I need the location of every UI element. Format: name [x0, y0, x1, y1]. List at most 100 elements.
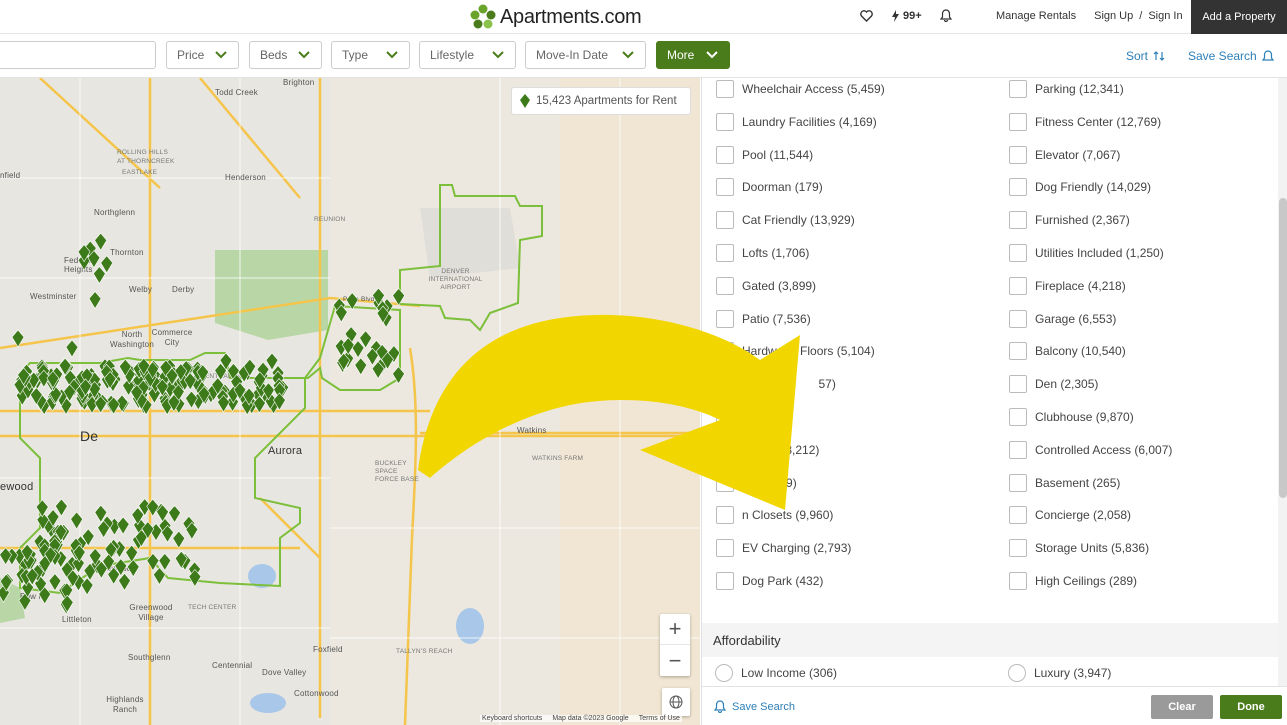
keyboard-shortcuts-link[interactable]: Keyboard shortcuts [482, 715, 542, 722]
amenity-checkbox[interactable] [716, 80, 734, 98]
amenity-checkbox[interactable] [1009, 572, 1027, 590]
property-pin-icon[interactable] [146, 553, 160, 572]
property-pin-icon[interactable] [126, 559, 140, 578]
amenity-checkbox[interactable] [716, 473, 734, 492]
type-filter-button[interactable]: Type [331, 41, 410, 69]
amenity-checkbox[interactable] [716, 440, 734, 459]
amenity-option-right[interactable]: Elevator (7,067) [1009, 145, 1120, 164]
lifestyle-filter-button[interactable]: Lifestyle [419, 41, 516, 69]
property-pin-icon[interactable] [18, 592, 32, 611]
amenity-option-left[interactable]: EV Charging (2,793) [716, 539, 851, 558]
map-view[interactable]: Todd Creek Brighton ROLLING HILLS AT THO… [0, 78, 700, 725]
amenity-checkbox[interactable] [716, 178, 734, 197]
amenity-checkbox[interactable] [716, 211, 734, 230]
more-filters-button[interactable]: More [656, 41, 730, 69]
property-pin-icon[interactable] [116, 516, 130, 535]
amenity-option-left[interactable] [716, 408, 742, 426]
amenity-option-right[interactable]: Storage Units (5,836) [1009, 539, 1149, 558]
amenity-checkbox[interactable] [1009, 80, 1027, 98]
beds-filter-button[interactable]: Beds [249, 41, 322, 69]
amenity-option-left[interactable]: Gated (3,899) [716, 276, 816, 295]
sort-button[interactable]: Sort [1126, 49, 1165, 63]
property-pin-icon[interactable] [158, 552, 172, 572]
amenity-option-left[interactable]: Hardwood Floors (5,104) [716, 342, 875, 361]
property-pin-icon[interactable] [168, 505, 181, 524]
luxury-radio[interactable] [1008, 664, 1026, 682]
globe-view-button[interactable] [662, 688, 690, 716]
amenity-option-right[interactable]: Basement (265) [1009, 473, 1120, 492]
amenity-checkbox[interactable] [1009, 244, 1027, 262]
amenity-option-left[interactable]: Laundry Facilities (4,169) [716, 112, 877, 131]
price-filter-button[interactable]: Price [166, 41, 239, 69]
low-income-radio[interactable] [715, 664, 733, 682]
property-pin-icon[interactable] [60, 594, 74, 613]
property-pin-icon[interactable] [88, 291, 102, 310]
apartments-logo[interactable]: Apartments.com [470, 4, 642, 30]
zoom-out-button[interactable]: − [660, 645, 690, 676]
amenity-checkbox[interactable] [1009, 408, 1027, 426]
property-pin-icon[interactable] [354, 357, 368, 376]
amenity-option-right[interactable]: Furnished (2,367) [1009, 211, 1130, 230]
amenity-checkbox[interactable] [716, 112, 734, 131]
add-property-button[interactable]: Add a Property [1191, 0, 1287, 34]
amenity-option-right[interactable]: Concierge (2,058) [1009, 506, 1131, 525]
property-pin-icon[interactable] [172, 530, 186, 549]
amenity-option-right[interactable]: Controlled Access (6,007) [1009, 440, 1172, 459]
amenity-option-left[interactable]: Patio (7,536) [716, 309, 811, 328]
save-search-top-button[interactable]: Save Search [1188, 49, 1274, 63]
amenity-checkbox[interactable] [1009, 342, 1027, 361]
save-search-footer-button[interactable]: Save Search [714, 700, 795, 713]
amenity-option-right[interactable]: Dog Friendly (14,029) [1009, 178, 1151, 197]
property-pin-icon[interactable] [65, 339, 79, 358]
amenity-checkbox[interactable] [716, 276, 734, 295]
amenity-option-right[interactable]: Fitness Center (12,769) [1009, 112, 1161, 131]
amenity-checkbox[interactable] [1009, 145, 1027, 164]
amenity-option-right[interactable]: Den (2,305) [1009, 375, 1098, 394]
amenity-option-left[interactable]: nd (1,849) [716, 473, 797, 492]
property-pin-icon[interactable] [35, 499, 49, 518]
property-pin-icon[interactable] [94, 232, 108, 251]
amenity-option-right[interactable]: Balcony (10,540) [1009, 342, 1126, 361]
amenity-option-right[interactable]: Utilities Included (1,250) [1009, 244, 1164, 262]
amenity-checkbox[interactable] [1009, 112, 1027, 131]
property-pin-icon[interactable] [392, 366, 405, 385]
sign-in-link[interactable]: Sign In [1148, 10, 1182, 22]
property-pin-icon[interactable] [392, 287, 406, 306]
amenity-option-left[interactable]: Doorman (179) [716, 178, 823, 197]
property-pin-icon[interactable] [351, 340, 365, 359]
amenity-checkbox[interactable] [1009, 178, 1027, 197]
clear-button[interactable]: Clear [1151, 695, 1213, 719]
amenity-checkbox[interactable] [1009, 440, 1027, 459]
amenity-checkbox[interactable] [716, 244, 734, 262]
amenity-checkbox[interactable] [716, 572, 734, 590]
low-income-option[interactable]: Low Income (306) [715, 664, 837, 682]
move-in-date-filter-button[interactable]: Move-In Date [525, 41, 646, 69]
property-pin-icon[interactable] [118, 572, 131, 592]
amenity-option-right[interactable]: Clubhouse (9,870) [1009, 408, 1134, 426]
zoom-in-button[interactable]: + [660, 614, 690, 645]
property-pin-icon[interactable] [55, 498, 68, 517]
amenity-option-right[interactable]: Fireplace (4,218) [1009, 276, 1126, 295]
terms-of-use-link[interactable]: Terms of Use [639, 715, 680, 722]
amenity-checkbox[interactable] [716, 342, 734, 361]
amenity-checkbox[interactable] [716, 375, 734, 394]
amenity-checkbox[interactable] [716, 145, 734, 164]
property-pin-icon[interactable] [70, 511, 84, 530]
amenity-option-right[interactable]: High Ceilings (289) [1009, 572, 1137, 590]
amenity-checkbox[interactable] [716, 506, 734, 525]
amenity-checkbox[interactable] [1009, 309, 1027, 328]
sign-up-link[interactable]: Sign Up [1094, 10, 1133, 22]
manage-rentals-link[interactable]: Manage Rentals [996, 10, 1076, 22]
amenity-option-left[interactable]: Dog Park (432) [716, 572, 823, 590]
done-button[interactable]: Done [1220, 695, 1282, 719]
amenity-option-left[interactable]: Pool (11,544) [716, 145, 813, 164]
panel-scrollbar-thumb[interactable] [1279, 198, 1287, 498]
property-pin-icon[interactable] [125, 544, 139, 563]
amenity-checkbox[interactable] [716, 309, 734, 328]
amenity-checkbox[interactable] [1009, 473, 1027, 492]
notifications-badge[interactable]: 99+ [891, 9, 922, 22]
amenity-checkbox[interactable] [1009, 375, 1027, 394]
amenity-option-right[interactable]: Parking (12,341) [1009, 80, 1124, 98]
amenity-option-left[interactable]: Center (8,212) [716, 440, 819, 459]
property-pin-icon[interactable] [11, 329, 25, 348]
